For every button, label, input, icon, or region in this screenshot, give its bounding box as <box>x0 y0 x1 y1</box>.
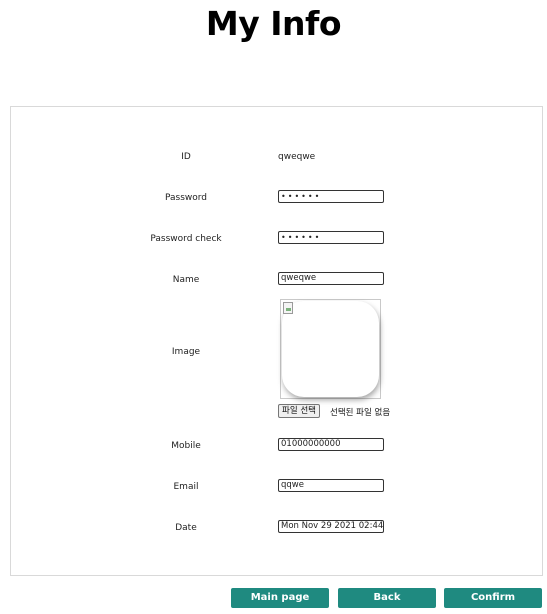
broken-image-icon <box>283 302 293 314</box>
password-check-label: Password check <box>150 234 222 244</box>
profile-image-preview <box>282 301 379 397</box>
password-field[interactable]: •••••• <box>278 190 384 203</box>
info-form-card <box>10 106 543 576</box>
file-select-button[interactable]: 파일 선택 <box>278 404 320 418</box>
id-value: qweqwe <box>278 152 316 162</box>
file-status-text: 선택된 파일 없음 <box>330 408 391 418</box>
date-field[interactable]: Mon Nov 29 2021 02:44: <box>278 520 384 533</box>
mobile-field[interactable]: 01000000000 <box>278 438 384 451</box>
back-button[interactable]: Back <box>338 588 436 608</box>
main-page-button[interactable]: Main page <box>231 588 329 608</box>
confirm-button[interactable]: Confirm <box>444 588 542 608</box>
mobile-label: Mobile <box>171 441 201 451</box>
name-field[interactable]: qweqwe <box>278 272 384 285</box>
profile-image <box>280 299 381 399</box>
id-label: ID <box>181 152 191 162</box>
page-title: My Info <box>205 4 342 43</box>
image-label: Image <box>171 347 201 357</box>
email-field[interactable]: qqwe <box>278 479 384 492</box>
password-check-field[interactable]: •••••• <box>278 231 384 244</box>
my-info-page: My Info ID qweqwe Password •••••• Passwo… <box>0 0 547 614</box>
password-label: Password <box>164 193 208 203</box>
name-label: Name <box>172 275 200 285</box>
email-label: Email <box>173 482 199 492</box>
date-label: Date <box>175 523 197 533</box>
